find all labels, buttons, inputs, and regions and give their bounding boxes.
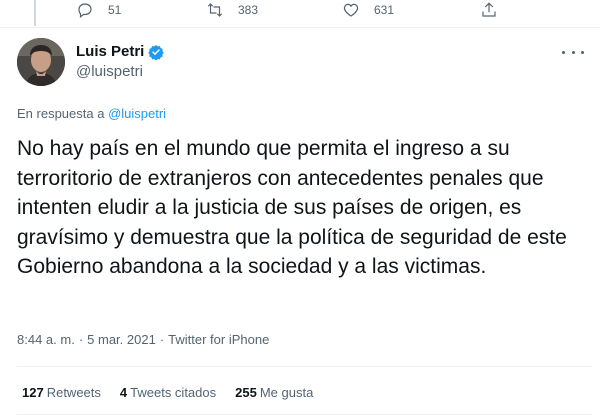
verified-badge-icon bbox=[148, 44, 165, 60]
retweet-count: 383 bbox=[238, 3, 259, 17]
meta-separator: · bbox=[159, 332, 165, 347]
reply-button[interactable]: 51 bbox=[76, 0, 121, 20]
tweet-meta: 8:44 a. m. · 5 mar. 2021 · Twitter for i… bbox=[17, 332, 269, 347]
likes-count: 255 bbox=[235, 385, 257, 400]
reply-count: 51 bbox=[108, 3, 122, 17]
retweet-icon bbox=[207, 3, 223, 17]
like-button[interactable]: 631 bbox=[342, 0, 394, 20]
tweet-text: No hay país en el mundo que permita el i… bbox=[17, 137, 567, 278]
tweet-source[interactable]: Twitter for iPhone bbox=[168, 332, 269, 347]
reply-context: En respuesta a @luispetri bbox=[17, 106, 166, 121]
divider bbox=[17, 366, 592, 367]
tweet-date[interactable]: 5 mar. 2021 bbox=[87, 332, 156, 347]
more-dots-icon bbox=[571, 50, 575, 54]
retweets-count: 127 bbox=[22, 385, 44, 400]
retweet-button[interactable]: 383 bbox=[206, 0, 258, 20]
retweets-label: Retweets bbox=[46, 385, 101, 400]
share-button[interactable] bbox=[480, 0, 498, 20]
quotes-label: Tweets citados bbox=[130, 385, 217, 400]
reply-icon bbox=[78, 3, 92, 18]
divider bbox=[0, 27, 600, 28]
meta-separator: · bbox=[78, 332, 84, 347]
avatar[interactable] bbox=[17, 38, 65, 86]
divider bbox=[17, 414, 592, 415]
reply-context-label: En respuesta a bbox=[17, 106, 105, 121]
more-dots-icon bbox=[581, 50, 584, 54]
quotes-stat[interactable]: 4 Tweets citados bbox=[120, 385, 216, 400]
author-info: Luis Petri @luispetri bbox=[76, 43, 165, 80]
more-options-button[interactable] bbox=[562, 44, 584, 60]
author-handle[interactable]: @luispetri bbox=[76, 63, 164, 80]
retweets-stat[interactable]: 127 Retweets bbox=[22, 385, 101, 400]
previous-tweet-actions: 51 383 631 bbox=[0, 0, 600, 22]
more-dots-icon bbox=[562, 50, 565, 54]
author-name[interactable]: Luis Petri bbox=[76, 43, 144, 60]
like-count: 631 bbox=[374, 3, 395, 17]
likes-label: Me gusta bbox=[259, 385, 314, 400]
reply-context-handle-link[interactable]: @luispetri bbox=[108, 106, 166, 121]
tweet-time[interactable]: 8:44 a. m. bbox=[17, 332, 75, 347]
heart-icon bbox=[343, 3, 359, 17]
tweet-stats: 127 Retweets 4 Tweets citados 255 Me gusta bbox=[22, 385, 332, 400]
share-icon bbox=[482, 2, 496, 17]
avatar-image bbox=[17, 38, 65, 86]
quotes-count: 4 bbox=[119, 385, 128, 400]
likes-stat[interactable]: 255 Me gusta bbox=[235, 385, 313, 400]
